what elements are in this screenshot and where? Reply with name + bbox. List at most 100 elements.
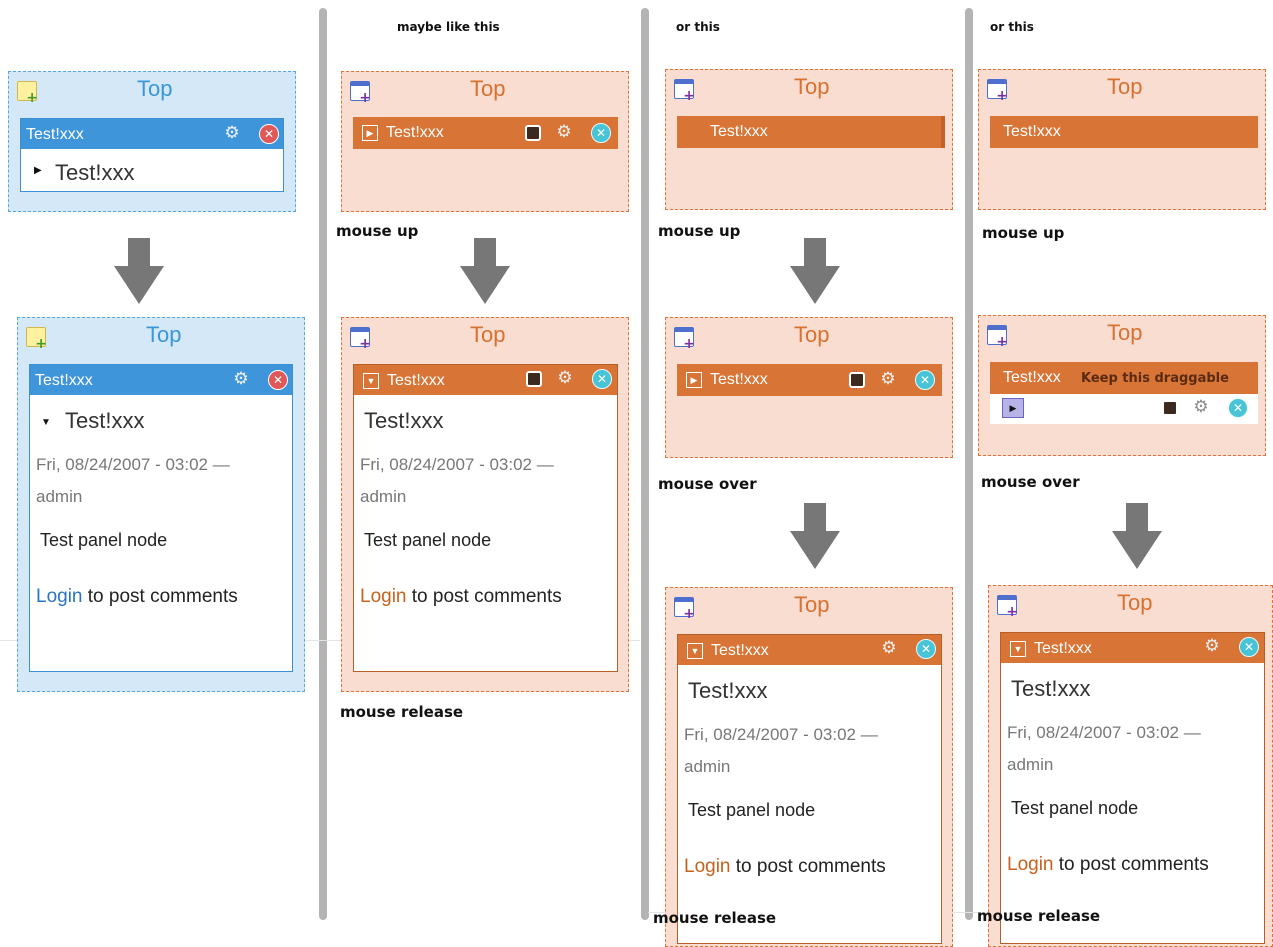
region-title: Top: [470, 76, 506, 101]
add-content-icon[interactable]: [17, 81, 38, 106]
collapsed-triangle-icon[interactable]: ▶: [34, 165, 42, 176]
node-title: Test!xxx: [364, 408, 444, 433]
pane-title: Test!xxx: [386, 124, 444, 141]
close-icon[interactable]: ✕: [916, 639, 936, 659]
add-content-icon[interactable]: [674, 327, 695, 352]
gear-icon[interactable]: ⚙: [1192, 398, 1210, 416]
login-link[interactable]: Login: [1007, 854, 1054, 875]
node-author: admin: [684, 757, 731, 776]
region-title: Top: [794, 322, 830, 347]
close-icon[interactable]: ✕: [268, 370, 288, 390]
add-content-icon[interactable]: [350, 81, 371, 106]
region-top: Top ▼ Test!xxx ⚙ ✕ Test!xxx Fri, 08/24/2…: [341, 317, 629, 692]
toggle-icon[interactable]: ▶: [686, 372, 702, 388]
add-content-icon[interactable]: [350, 327, 371, 352]
login-text: to post comments: [730, 856, 886, 877]
cache-icon[interactable]: [1162, 400, 1178, 416]
expanded-triangle-icon[interactable]: ▼: [41, 417, 51, 428]
close-icon[interactable]: ✕: [1228, 398, 1248, 418]
toggle-icon[interactable]: ▶: [362, 125, 378, 141]
column-separator: [641, 8, 649, 920]
gear-icon[interactable]: ⚙: [1203, 637, 1221, 655]
node-links: Login to post comments: [36, 586, 238, 608]
region-top: Top Test!xxx: [665, 69, 953, 210]
toggle-icon[interactable]: ▶: [1002, 398, 1024, 418]
cache-icon[interactable]: [526, 371, 542, 387]
pane-titlebar[interactable]: Test!xxx: [677, 116, 945, 148]
add-content-icon[interactable]: [997, 595, 1018, 620]
close-icon[interactable]: ✕: [591, 123, 611, 143]
toggle-icon[interactable]: ▼: [1010, 641, 1026, 657]
close-icon[interactable]: ✕: [915, 370, 935, 390]
pane-title: Test!xxx: [710, 371, 768, 388]
column-header: or this: [990, 20, 1034, 34]
cache-icon[interactable]: [849, 372, 865, 388]
region-title: Top: [137, 76, 173, 101]
pane-title: Test!xxx: [387, 372, 445, 389]
panel-pane: Test!xxx ⚙ ✕ ▶ Test!xxx: [20, 118, 284, 192]
draggable-note: Keep this draggable: [1081, 371, 1229, 386]
close-icon[interactable]: ✕: [259, 124, 279, 144]
pane-titlebar[interactable]: Test!xxx ⚙ ✕: [30, 365, 292, 395]
down-arrow-icon: [790, 238, 840, 304]
region-top: Top ▶ Test!xxx ⚙ ✕: [665, 317, 953, 458]
caption-mouse-release: mouse release: [340, 703, 464, 721]
region-top: Top ▶ Test!xxx ⚙ ✕: [341, 71, 629, 212]
login-text: to post comments: [82, 586, 238, 607]
toggle-icon[interactable]: ▼: [687, 643, 703, 659]
add-content-icon[interactable]: [987, 325, 1008, 350]
add-content-icon[interactable]: [987, 79, 1008, 104]
region-top: Top ▼ Test!xxx ⚙ ✕ Test!xxx Fri, 08/24/2…: [665, 587, 953, 947]
node-title: Test!xxx: [55, 160, 135, 185]
node-author: admin: [1007, 755, 1054, 774]
pane-title: Test!xxx: [710, 123, 768, 140]
gear-icon[interactable]: ⚙: [879, 370, 897, 388]
login-link[interactable]: Login: [684, 856, 731, 877]
region-top: Top ▼ Test!xxx ⚙ ✕ Test!xxx Fri, 08/24/2…: [988, 585, 1273, 947]
pane-title: Test!xxx: [1003, 369, 1061, 386]
pane-titlebar[interactable]: ▼ Test!xxx ⚙ ✕: [1001, 633, 1264, 663]
node-body: Test panel node: [688, 800, 816, 820]
add-content-icon[interactable]: [674, 597, 695, 622]
panel-pane: Test!xxx ⚙ ✕ ▼ Test!xxx Fri, 08/24/2007 …: [29, 364, 293, 672]
login-link[interactable]: Login: [36, 586, 83, 607]
close-icon[interactable]: ✕: [592, 369, 612, 389]
region-top: Top Test!xxx Keep this draggable ▶ ⚙ ✕: [978, 315, 1266, 456]
pane-titlebar[interactable]: ▼ Test!xxx ⚙ ✕: [354, 365, 617, 395]
node-author: admin: [36, 487, 83, 506]
pane-title: Test!xxx: [35, 372, 93, 389]
region-title: Top: [1107, 320, 1143, 345]
region-title: Top: [1117, 590, 1153, 615]
pane-title: Test!xxx: [26, 126, 84, 143]
gear-icon[interactable]: ⚙: [556, 369, 574, 387]
column-header: maybe like this: [397, 20, 500, 34]
pane-titlebar[interactable]: Test!xxx: [990, 116, 1258, 148]
region-title: Top: [470, 322, 506, 347]
pane-titlebar[interactable]: Test!xxx Keep this draggable: [990, 362, 1258, 394]
pane-titlebar[interactable]: ▶ Test!xxx ⚙ ✕: [353, 117, 618, 149]
gear-icon[interactable]: ⚙: [880, 639, 898, 657]
region-top: Top Test!xxx ⚙ ✕ ▶ Test!xxx: [8, 71, 296, 212]
cache-icon[interactable]: [525, 125, 541, 141]
toggle-icon[interactable]: ▼: [363, 373, 379, 389]
node-body: Test panel node: [40, 530, 168, 550]
down-arrow-icon: [114, 238, 164, 304]
pane-titlebar[interactable]: ▼ Test!xxx ⚙ ✕: [678, 635, 941, 665]
caption-mouse-up: mouse up: [336, 222, 419, 240]
pane-title: Test!xxx: [711, 642, 769, 659]
gear-icon[interactable]: ⚙: [223, 124, 241, 142]
region-title: Top: [146, 322, 182, 347]
pane-titlebar[interactable]: Test!xxx ⚙ ✕: [21, 119, 283, 149]
gear-icon[interactable]: ⚙: [555, 123, 573, 141]
close-icon[interactable]: ✕: [1239, 637, 1259, 657]
region-title: Top: [794, 74, 830, 99]
login-text: to post comments: [1053, 854, 1209, 875]
caption-mouse-up: mouse up: [982, 224, 1065, 242]
pane-title: Test!xxx: [1003, 123, 1061, 140]
column-separator: [319, 8, 327, 920]
gear-icon[interactable]: ⚙: [232, 370, 250, 388]
login-link[interactable]: Login: [360, 586, 407, 607]
add-content-icon[interactable]: [26, 327, 47, 352]
add-content-icon[interactable]: [674, 79, 695, 104]
pane-titlebar[interactable]: ▶ Test!xxx ⚙ ✕: [677, 364, 942, 396]
